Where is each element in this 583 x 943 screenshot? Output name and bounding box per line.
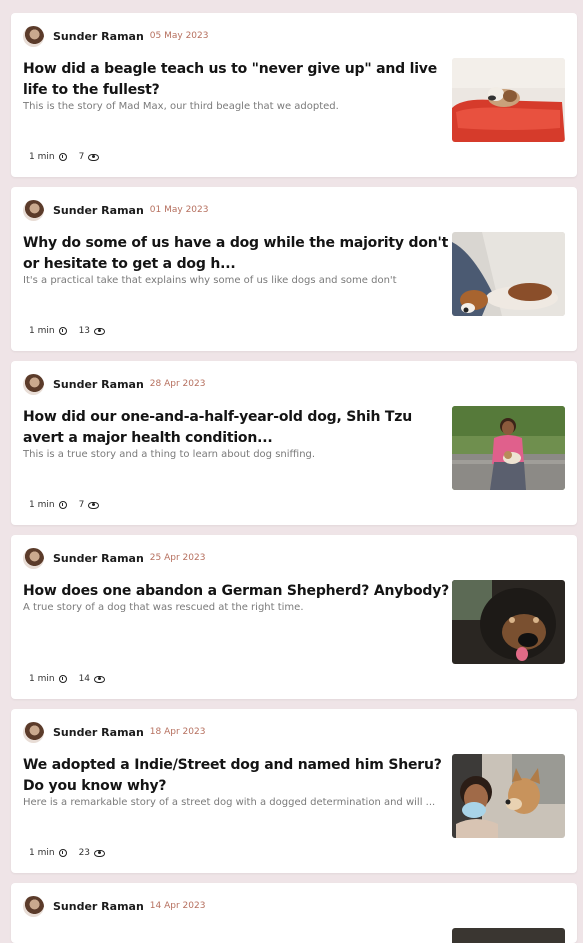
post-date: 01 May 2023 — [149, 205, 209, 215]
read-time: 1 min — [29, 848, 55, 858]
post-title[interactable]: Why do some of us have a dog while the m… — [23, 233, 451, 275]
author-avatar[interactable] — [23, 895, 44, 917]
author-avatar[interactable] — [23, 199, 44, 221]
post-excerpt: This is a true story and a thing to lear… — [23, 449, 316, 460]
view-count: 7 — [78, 152, 85, 162]
clock-icon — [58, 849, 67, 857]
post-date: 05 May 2023 — [149, 31, 209, 41]
author-name[interactable]: Sunder Raman — [53, 30, 144, 43]
post-card[interactable]: Sunder Raman 05 May 2023 How did a beagl… — [11, 13, 577, 177]
author-avatar[interactable] — [23, 25, 44, 47]
read-time: 1 min — [29, 500, 55, 510]
author-avatar[interactable] — [23, 547, 44, 569]
read-time: 1 min — [29, 152, 55, 162]
post-feed: Sunder Raman 05 May 2023 How did a beagl… — [0, 0, 583, 943]
post-thumbnail[interactable] — [452, 580, 565, 664]
post-meta: 1 min 7 — [29, 500, 100, 510]
eye-icon — [94, 675, 106, 683]
author-row: Sunder Raman 25 Apr 2023 — [23, 547, 205, 569]
post-card[interactable]: Sunder Raman 14 Apr 2023 — [11, 883, 577, 943]
post-meta: 1 min 14 — [29, 674, 106, 684]
eye-icon — [94, 849, 106, 857]
post-meta: 1 min 7 — [29, 152, 100, 162]
post-title[interactable]: How does one abandon a German Shepherd? … — [23, 581, 451, 602]
post-thumbnail[interactable] — [452, 58, 565, 142]
post-thumbnail[interactable] — [452, 754, 565, 838]
author-row: Sunder Raman 05 May 2023 — [23, 25, 208, 47]
post-excerpt: A true story of a dog that was rescued a… — [23, 602, 304, 613]
view-count: 7 — [78, 500, 85, 510]
post-date: 14 Apr 2023 — [149, 901, 206, 911]
post-title[interactable]: How did our one-and-a-half-year-old dog,… — [23, 407, 451, 449]
view-count: 14 — [78, 674, 91, 684]
post-card[interactable]: Sunder Raman 25 Apr 2023 How does one ab… — [11, 535, 577, 699]
read-time: 1 min — [29, 674, 55, 684]
post-card[interactable]: Sunder Raman 18 Apr 2023 We adopted a In… — [11, 709, 577, 873]
author-avatar[interactable] — [23, 373, 44, 395]
clock-icon — [58, 675, 67, 683]
post-title[interactable]: How did a beagle teach us to "never give… — [23, 59, 451, 101]
clock-icon — [58, 153, 67, 161]
post-excerpt: It's a practical take that explains why … — [23, 275, 397, 286]
author-row: Sunder Raman 01 May 2023 — [23, 199, 208, 221]
author-row: Sunder Raman 14 Apr 2023 — [23, 895, 205, 917]
post-excerpt: This is the story of Mad Max, our third … — [23, 101, 339, 112]
post-date: 25 Apr 2023 — [149, 553, 206, 563]
post-card[interactable]: Sunder Raman 01 May 2023 Why do some of … — [11, 187, 577, 351]
post-thumbnail[interactable] — [452, 232, 565, 316]
author-name[interactable]: Sunder Raman — [53, 900, 144, 913]
post-meta: 1 min 13 — [29, 326, 106, 336]
author-row: Sunder Raman 28 Apr 2023 — [23, 373, 205, 395]
author-name[interactable]: Sunder Raman — [53, 378, 144, 391]
author-name[interactable]: Sunder Raman — [53, 552, 144, 565]
author-name[interactable]: Sunder Raman — [53, 204, 144, 217]
post-date: 28 Apr 2023 — [149, 379, 206, 389]
post-title[interactable]: We adopted a Indie/Street dog and named … — [23, 755, 451, 797]
read-time: 1 min — [29, 326, 55, 336]
eye-icon — [88, 501, 100, 509]
clock-icon — [58, 327, 67, 335]
author-name[interactable]: Sunder Raman — [53, 726, 144, 739]
post-thumbnail[interactable] — [452, 928, 565, 943]
author-avatar[interactable] — [23, 721, 44, 743]
post-date: 18 Apr 2023 — [149, 727, 206, 737]
eye-icon — [94, 327, 106, 335]
post-thumbnail[interactable] — [452, 406, 565, 490]
post-meta: 1 min 23 — [29, 848, 106, 858]
view-count: 23 — [78, 848, 91, 858]
view-count: 13 — [78, 326, 91, 336]
post-excerpt: Here is a remarkable story of a street d… — [23, 797, 436, 808]
author-row: Sunder Raman 18 Apr 2023 — [23, 721, 205, 743]
eye-icon — [88, 153, 100, 161]
post-card[interactable]: Sunder Raman 28 Apr 2023 How did our one… — [11, 361, 577, 525]
clock-icon — [58, 501, 67, 509]
